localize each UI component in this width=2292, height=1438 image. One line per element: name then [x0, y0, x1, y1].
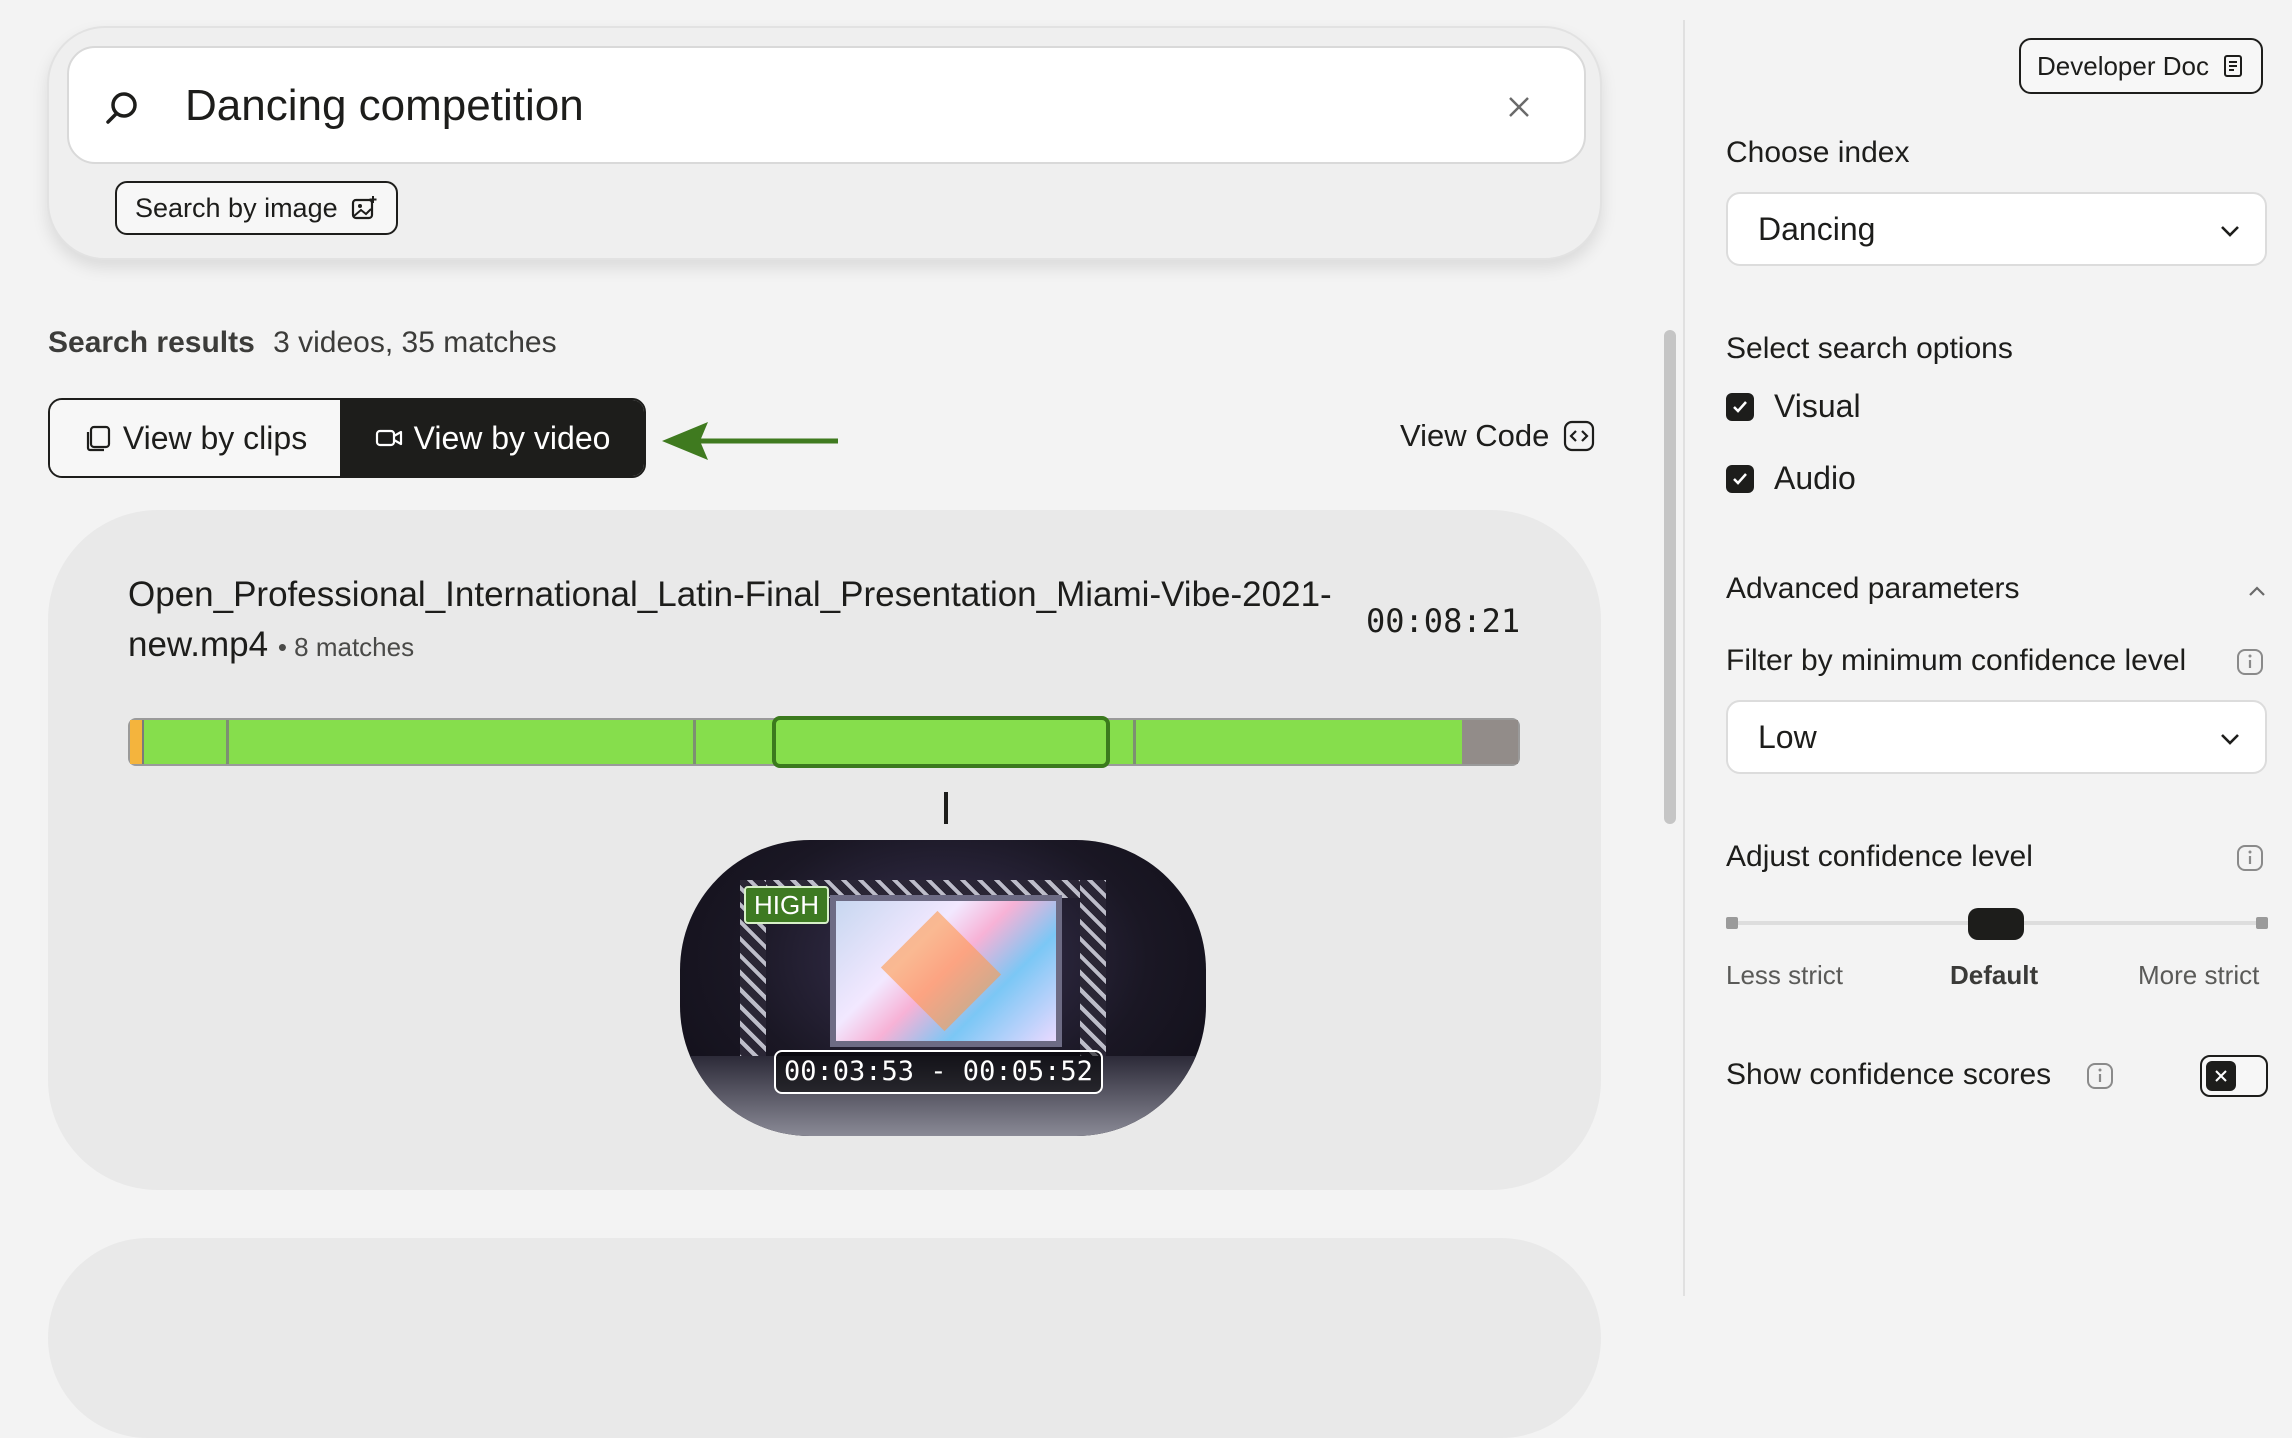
info-icon[interactable]	[2236, 648, 2264, 676]
view-by-video-label: View by video	[413, 419, 611, 456]
timeline-divider	[226, 720, 229, 764]
view-by-video-button[interactable]: View by video	[340, 400, 644, 476]
developer-doc-label: Developer Doc	[2037, 50, 2209, 81]
view-code-button[interactable]: View Code	[1400, 418, 1595, 454]
view-by-clips-label: View by clips	[122, 419, 308, 456]
slider-label-default: Default	[1950, 960, 2039, 990]
video-match-count: • 8 matches	[277, 632, 415, 662]
clip-connector	[944, 792, 948, 824]
main-area: Dancing competition Search by image Sear…	[0, 0, 1683, 1438]
video-duration: 00:08:21	[1366, 602, 1521, 640]
close-icon[interactable]	[1504, 92, 1534, 122]
slider-stop-min[interactable]	[1726, 917, 1738, 929]
thumbnail-truss	[1080, 880, 1106, 1060]
option-audio-label: Audio	[1774, 460, 1856, 496]
search-by-image-label: Search by image	[135, 192, 338, 223]
slider-label-more-strict: More strict	[2138, 960, 2260, 990]
results-heading: Search results	[48, 326, 255, 359]
timeline-divider	[1133, 720, 1136, 764]
video-camera-icon	[375, 429, 402, 447]
clips-icon	[86, 425, 110, 452]
annotation-arrow	[662, 422, 838, 460]
checkbox-checked[interactable]	[1726, 392, 1754, 421]
video-result-card: Open_Professional_International_Latin-Fi…	[48, 510, 1601, 1190]
search-icon	[106, 92, 137, 124]
confidence-badge: HIGH	[744, 886, 829, 924]
settings-panel: Developer Doc Choose index Dancing Selec…	[1686, 0, 2292, 1296]
confidence-filter-value: Low	[1758, 718, 1817, 755]
filter-confidence-label: Filter by minimum confidence level	[1726, 644, 2187, 677]
timeline-segment-end[interactable]	[1462, 720, 1518, 764]
timeline-divider	[693, 720, 696, 764]
code-icon	[1564, 420, 1595, 452]
timeline-selected-segment[interactable]	[772, 716, 1110, 768]
show-scores-label: Show confidence scores	[1726, 1058, 2052, 1091]
results-scrollbar[interactable]	[1664, 330, 1676, 824]
close-icon	[2215, 1070, 2227, 1082]
checkmark-icon	[1733, 472, 1747, 485]
clip-time-range: 00:03:53 - 00:05:52	[774, 1050, 1103, 1094]
option-visual-label: Visual	[1774, 388, 1861, 424]
view-code-label: View Code	[1400, 418, 1550, 453]
checkbox-checked[interactable]	[1726, 464, 1754, 493]
timeline-segment-start[interactable]	[130, 720, 144, 764]
advanced-parameters-label[interactable]: Advanced parameters	[1726, 572, 2020, 606]
chevron-up-icon[interactable]	[2246, 580, 2268, 602]
checkmark-icon	[1733, 400, 1747, 413]
option-visual-checkbox[interactable]: Visual	[1726, 388, 1861, 425]
view-toggle: View by clips View by video	[48, 398, 646, 478]
document-icon	[2223, 55, 2242, 77]
index-select-value: Dancing	[1758, 210, 1876, 247]
confidence-filter-select[interactable]: Low	[1726, 700, 2267, 774]
thumbnail-stage-screen	[830, 895, 1062, 1047]
chevron-down-icon	[2221, 734, 2239, 745]
search-query[interactable]: Dancing competition	[185, 76, 584, 136]
show-scores-toggle[interactable]	[2200, 1055, 2268, 1097]
clip-thumbnail[interactable]: HIGH 00:03:53 - 00:05:52	[680, 840, 1206, 1136]
panel-divider	[1683, 20, 1685, 1296]
info-icon[interactable]	[2086, 1062, 2114, 1090]
image-add-icon	[351, 196, 377, 220]
option-audio-checkbox[interactable]: Audio	[1726, 460, 1856, 497]
results-count: 3 videos, 35 matches	[273, 326, 557, 359]
toggle-knob	[2206, 1061, 2236, 1091]
developer-doc-button[interactable]: Developer Doc	[2019, 38, 2263, 94]
info-icon[interactable]	[2236, 844, 2264, 872]
index-select[interactable]: Dancing	[1726, 192, 2267, 266]
search-options-label: Select search options	[1726, 332, 2013, 365]
results-summary: Search results 3 videos, 35 matches	[48, 326, 557, 360]
chevron-down-icon	[2221, 226, 2239, 237]
choose-index-label: Choose index	[1726, 136, 1910, 169]
video-title: Open_Professional_International_Latin-Fi…	[128, 570, 1378, 672]
video-result-card	[48, 1238, 1601, 1438]
confidence-slider-thumb[interactable]	[1968, 908, 2024, 940]
slider-label-less-strict: Less strict	[1726, 960, 1844, 990]
video-timeline[interactable]	[128, 716, 1520, 768]
search-input[interactable]: Dancing competition	[67, 46, 1586, 164]
search-by-image-button[interactable]: Search by image	[115, 181, 398, 235]
search-card: Dancing competition Search by image	[47, 26, 1602, 260]
view-by-clips-button[interactable]: View by clips	[50, 400, 340, 476]
adjust-confidence-label: Adjust confidence level	[1726, 840, 2033, 873]
slider-stop-max[interactable]	[2256, 917, 2268, 929]
